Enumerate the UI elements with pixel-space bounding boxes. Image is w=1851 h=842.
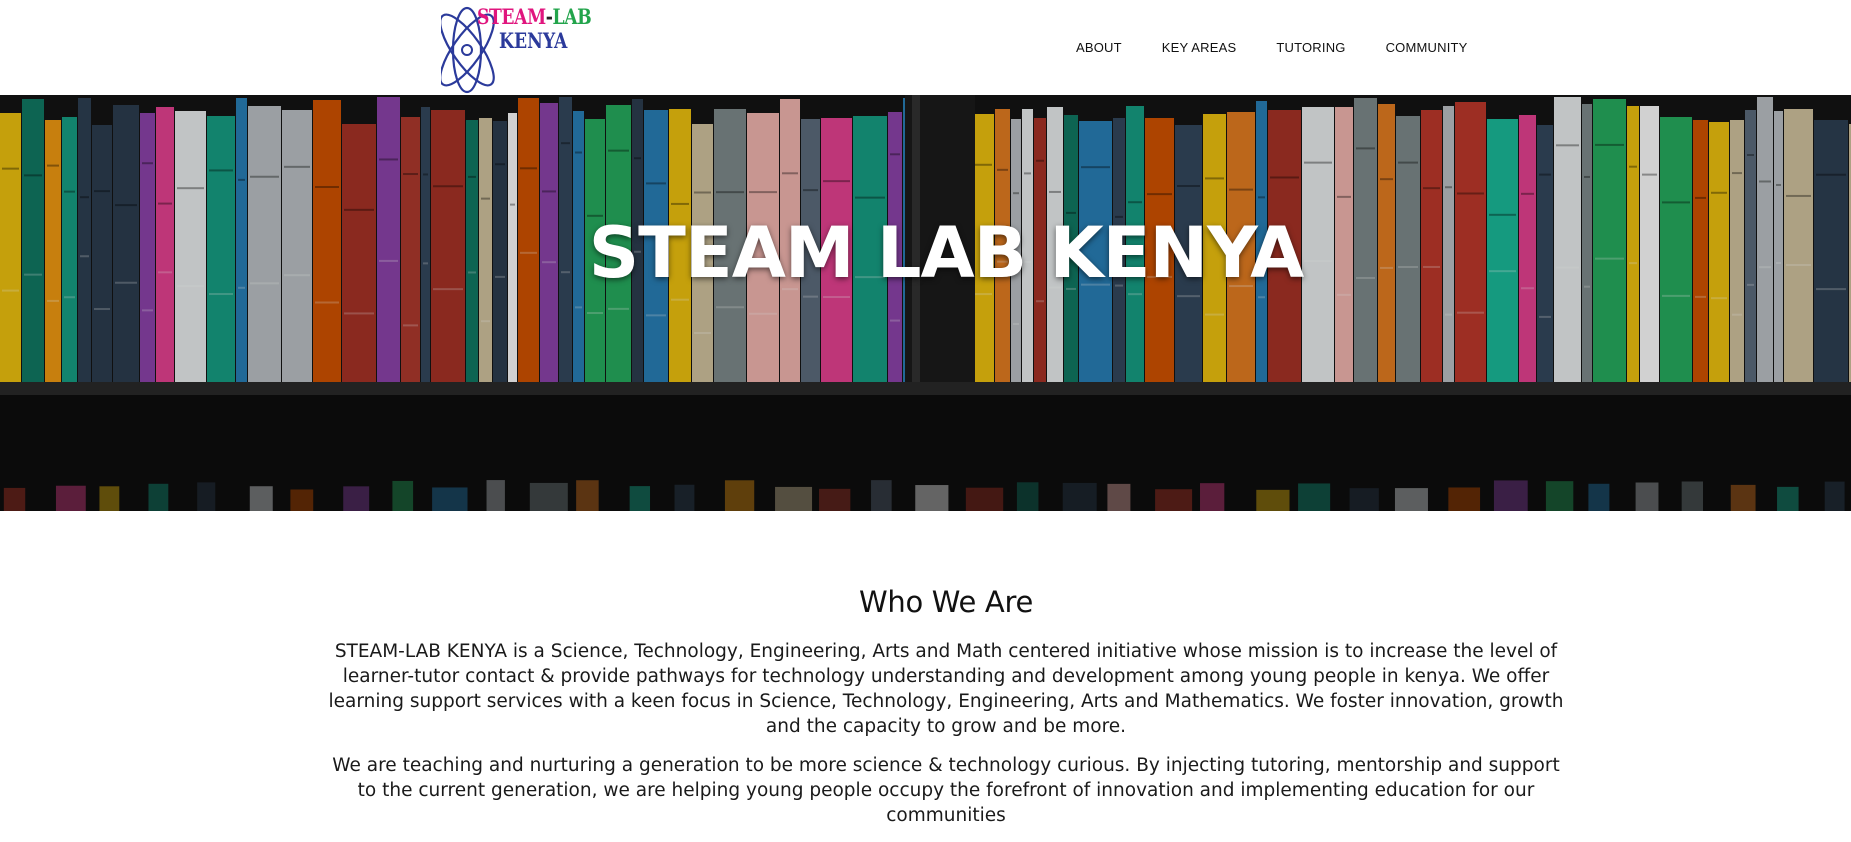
main-nav: ABOUT KEY AREAS TUTORING COMMUNITY (1076, 40, 1508, 55)
logo-text-steam-lab: STEAM-LAB (477, 4, 592, 29)
hero-banner: STEAM LAB KENYA (0, 95, 1851, 511)
section-title: Who We Are (858, 585, 1034, 619)
bookshelf-image (0, 95, 1851, 511)
nav-about[interactable]: ABOUT (1076, 40, 1122, 55)
logo-text-kenya: KENYA (499, 28, 568, 53)
about-paragraph-1: STEAM-LAB KENYA is a Science, Technology… (328, 641, 1564, 737)
nav-key-areas[interactable]: KEY AREAS (1162, 40, 1237, 55)
site-header: STEAM-LAB KENYA ABOUT KEY AREAS TUTORING… (0, 0, 1851, 95)
about-section: Who We Are STEAM-LAB KENYA is a Science,… (0, 585, 1851, 842)
about-paragraph-2: We are teaching and nurturing a generati… (332, 755, 1560, 826)
nav-tutoring[interactable]: TUTORING (1276, 40, 1345, 55)
site-logo[interactable]: STEAM-LAB KENYA (441, 0, 592, 95)
nav-community[interactable]: COMMUNITY (1386, 40, 1468, 55)
hero-title: STEAM LAB KENYA (588, 211, 1305, 294)
